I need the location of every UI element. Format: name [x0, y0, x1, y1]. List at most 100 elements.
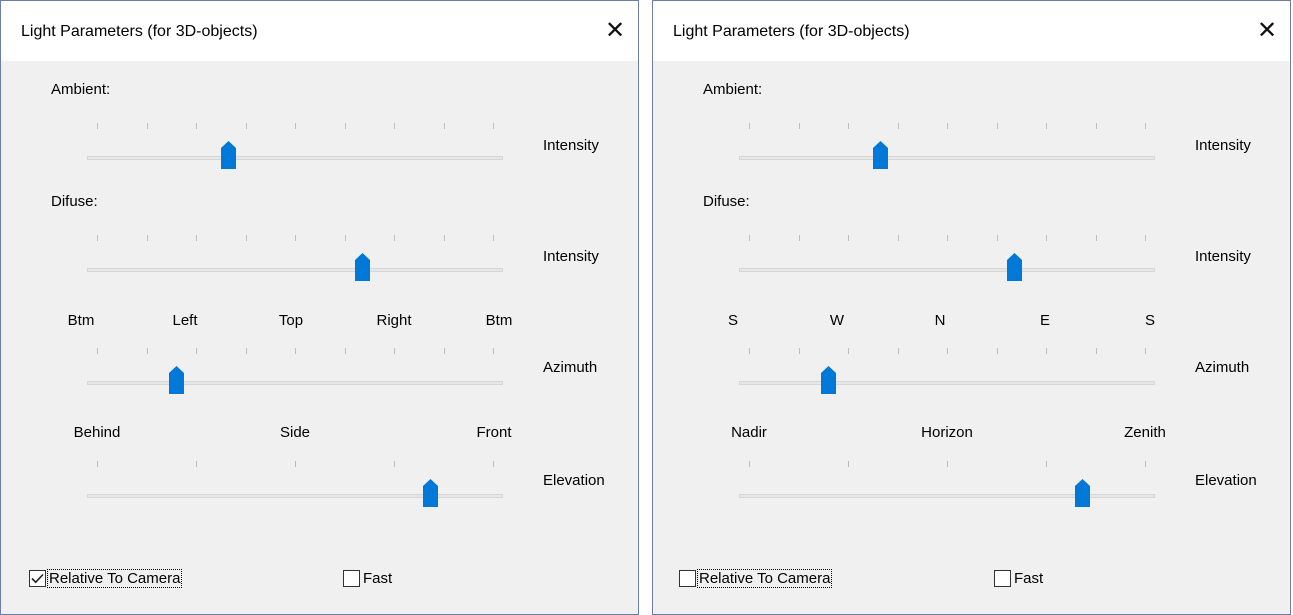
diffuse-intensity-label: Intensity	[543, 248, 599, 265]
diffuse-intensity-slider[interactable]	[739, 235, 1155, 290]
slider-tick	[947, 235, 948, 241]
elevation-scale-label: Behind	[73, 424, 121, 441]
fast-checkbox[interactable]: Fast	[994, 570, 1044, 587]
slider-tick	[344, 123, 346, 129]
slider-thumb[interactable]	[871, 140, 890, 170]
dialog-title: Light Parameters (for 3D-objects)	[21, 23, 258, 40]
checkbox-label: Fast	[363, 570, 393, 587]
slider-tick	[146, 348, 148, 354]
azimuth-scale-label: Top	[278, 312, 304, 329]
slider-tick	[146, 235, 148, 241]
azimuth-scale-label: Btm	[485, 312, 513, 329]
slider-tick	[798, 123, 800, 129]
slider-tick	[344, 235, 346, 241]
slider-tick	[1046, 461, 1047, 467]
azimuth-label: Azimuth	[543, 359, 598, 376]
slider-tick	[1046, 348, 1047, 354]
slider-tick	[996, 235, 998, 241]
close-button[interactable]: ✕	[592, 1, 638, 61]
slider-tick	[848, 461, 849, 467]
slider-tick	[947, 348, 948, 354]
slider-tick	[493, 235, 494, 241]
slider-tick	[394, 348, 395, 354]
relative-to-camera-checkbox[interactable]: Relative To Camera	[29, 569, 183, 588]
diffuse-label: Difuse:	[703, 193, 750, 210]
elevation-slider[interactable]	[739, 461, 1155, 516]
slider-track	[87, 494, 503, 498]
close-button[interactable]: ✕	[1244, 1, 1290, 61]
slider-tick	[295, 123, 296, 129]
ambient-intensity-slider[interactable]	[739, 123, 1155, 178]
slider-track	[739, 494, 1155, 498]
slider-tick	[196, 123, 197, 129]
slider-tick	[1145, 461, 1146, 467]
ambient-label: Ambient:	[703, 81, 763, 98]
azimuth-slider[interactable]	[739, 348, 1155, 403]
slider-tick	[749, 123, 750, 129]
slider-tick	[196, 235, 197, 241]
checkbox-label: Relative To Camera	[696, 569, 833, 588]
slider-tick	[493, 123, 494, 129]
elevation-slider[interactable]	[87, 461, 503, 516]
elevation-scale-label: Side	[279, 424, 311, 441]
slider-tick	[295, 235, 296, 241]
checkbox-box	[343, 570, 360, 587]
slider-tick	[848, 123, 849, 129]
relative-to-camera-checkbox[interactable]: Relative To Camera	[679, 569, 833, 588]
slider-tick	[394, 235, 395, 241]
ambient-intensity-slider[interactable]	[87, 123, 503, 178]
checkbox-label: Fast	[1014, 570, 1044, 587]
checkbox-box	[29, 570, 46, 587]
slider-track	[87, 381, 503, 385]
azimuth-scale-label: Btm	[67, 312, 95, 329]
slider-tick	[97, 461, 98, 467]
azimuth-scale-label: Right	[376, 312, 412, 329]
slider-thumb[interactable]	[421, 478, 440, 508]
slider-tick	[897, 123, 899, 129]
elevation-label: Elevation	[1195, 472, 1257, 489]
slider-tick	[245, 235, 247, 241]
slider-tick	[295, 461, 296, 467]
slider-tick	[1046, 123, 1047, 129]
slider-thumb[interactable]	[1005, 252, 1024, 282]
slider-thumb[interactable]	[219, 140, 238, 170]
slider-tick	[1095, 123, 1097, 129]
checkbox-label: Relative To Camera	[46, 569, 183, 588]
dialog-title: Light Parameters (for 3D-objects)	[673, 23, 910, 40]
elevation-scale-label: Front	[476, 424, 512, 441]
light-parameters-dialog-2: Light Parameters (for 3D-objects) ✕ Ambi…	[652, 0, 1291, 615]
diffuse-label: Difuse:	[51, 193, 98, 210]
slider-tick	[897, 235, 899, 241]
azimuth-slider[interactable]	[87, 348, 503, 403]
slider-tick	[848, 235, 849, 241]
elevation-label: Elevation	[543, 472, 605, 489]
slider-tick	[196, 348, 197, 354]
slider-track	[87, 268, 503, 272]
slider-tick	[97, 235, 98, 241]
slider-tick	[947, 123, 948, 129]
slider-thumb[interactable]	[167, 365, 186, 395]
slider-tick	[443, 235, 445, 241]
checkmark-icon	[31, 573, 44, 584]
slider-tick	[394, 461, 395, 467]
title-bar: Light Parameters (for 3D-objects) ✕	[653, 1, 1290, 61]
slider-track	[739, 381, 1155, 385]
slider-tick	[245, 348, 247, 354]
ambient-label: Ambient:	[51, 81, 111, 98]
slider-tick	[295, 348, 296, 354]
azimuth-scale-label: S	[1144, 312, 1156, 329]
slider-thumb[interactable]	[819, 365, 838, 395]
slider-tick	[146, 123, 148, 129]
slider-track	[739, 156, 1155, 160]
title-bar: Light Parameters (for 3D-objects) ✕	[1, 1, 638, 61]
slider-tick	[1046, 235, 1047, 241]
slider-tick	[97, 348, 98, 354]
slider-thumb[interactable]	[1073, 478, 1092, 508]
ambient-intensity-label: Intensity	[1195, 137, 1251, 154]
diffuse-intensity-slider[interactable]	[87, 235, 503, 290]
azimuth-label: Azimuth	[1195, 359, 1250, 376]
slider-thumb[interactable]	[353, 252, 372, 282]
close-icon: ✕	[604, 17, 626, 44]
fast-checkbox[interactable]: Fast	[343, 570, 393, 587]
close-icon: ✕	[1256, 17, 1278, 44]
